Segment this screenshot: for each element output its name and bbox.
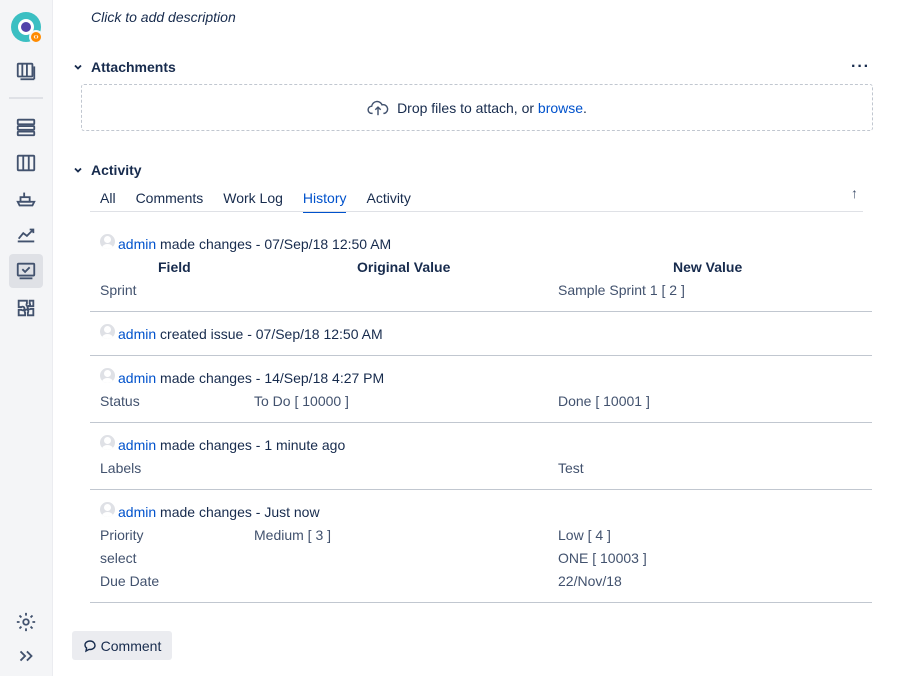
- history-field: Labels: [100, 460, 142, 476]
- column-header-original: Original Value: [357, 259, 451, 275]
- browse-link[interactable]: browse: [538, 100, 583, 116]
- description-placeholder[interactable]: Click to add description: [91, 9, 236, 25]
- tab-all[interactable]: All: [100, 190, 116, 212]
- chevron-down-icon[interactable]: [72, 61, 84, 73]
- history-action: made changes - 14/Sep/18 4:27 PM: [156, 370, 385, 386]
- column-header-new: New Value: [673, 259, 743, 275]
- avatar-icon: [100, 233, 115, 249]
- history-entry: admin made changes - Just now Priority M…: [90, 490, 872, 603]
- settings-icon[interactable]: [9, 605, 43, 639]
- user-link[interactable]: admin: [118, 326, 156, 342]
- attachments-header[interactable]: Attachments: [72, 59, 176, 75]
- comment-icon: [83, 639, 96, 652]
- releases-icon[interactable]: [9, 182, 43, 216]
- history-entry: admin created issue - 07/Sep/18 12:50 AM: [90, 312, 872, 356]
- history-field: Status: [100, 393, 140, 409]
- issues-icon[interactable]: [9, 254, 43, 288]
- tab-comments[interactable]: Comments: [136, 190, 204, 212]
- history-new-value: Low [ 4 ]: [558, 527, 611, 543]
- user-link[interactable]: admin: [118, 236, 156, 252]
- history-new-value: ONE [ 10003 ]: [558, 550, 647, 566]
- history-new-value: Done [ 10001 ]: [558, 393, 650, 409]
- more-actions-icon[interactable]: ···: [851, 58, 870, 76]
- activity-title: Activity: [91, 162, 142, 178]
- history-entry-header: admin made changes - 07/Sep/18 12:50 AM: [100, 233, 392, 252]
- history-new-value: Test: [558, 460, 584, 476]
- attachment-dropzone[interactable]: Drop files to attach, or browse.: [81, 84, 873, 131]
- avatar-icon: [100, 501, 115, 517]
- history-action: made changes - Just now: [156, 504, 320, 520]
- history-new-value: 22/Nov/18: [558, 573, 622, 589]
- avatar-icon: [100, 434, 115, 450]
- board-icon[interactable]: [9, 54, 43, 88]
- cloud-upload-icon: [367, 100, 389, 115]
- tab-work-log[interactable]: Work Log: [223, 190, 283, 212]
- history-action: created issue - 07/Sep/18 12:50 AM: [156, 326, 383, 342]
- comment-button-label: Comment: [100, 637, 162, 654]
- backlog-icon[interactable]: [9, 110, 43, 144]
- history-field: select: [100, 550, 137, 566]
- sidebar: ‹›: [0, 0, 53, 676]
- reports-icon[interactable]: [9, 218, 43, 252]
- history-field: Due Date: [100, 573, 160, 589]
- attachments-title: Attachments: [91, 59, 176, 75]
- history-field: Sprint: [100, 282, 137, 298]
- history-action: made changes - 07/Sep/18 12:50 AM: [156, 236, 392, 252]
- column-header-field: Field: [158, 259, 191, 275]
- sidebar-divider: [9, 97, 43, 99]
- avatar-icon: [100, 323, 115, 339]
- sort-order-icon[interactable]: ↑: [851, 185, 858, 201]
- user-link[interactable]: admin: [118, 437, 156, 453]
- logo-badge-icon: ‹›: [29, 30, 43, 44]
- history-original-value: Medium [ 3 ]: [254, 527, 332, 543]
- tabs-divider: [90, 211, 863, 212]
- history-entry-header: admin created issue - 07/Sep/18 12:50 AM: [100, 323, 383, 342]
- history-entry: admin made changes - 14/Sep/18 4:27 PM S…: [90, 356, 872, 423]
- addons-icon[interactable]: [9, 291, 43, 325]
- tab-activity[interactable]: Activity: [366, 190, 410, 212]
- history-entry: admin made changes - 07/Sep/18 12:50 AM …: [90, 230, 872, 312]
- comment-button[interactable]: Comment: [72, 631, 172, 660]
- user-link[interactable]: admin: [118, 504, 156, 520]
- history-field: Priority: [100, 527, 144, 543]
- history-entry-header: admin made changes - 14/Sep/18 4:27 PM: [100, 367, 385, 386]
- activity-header[interactable]: Activity: [72, 162, 142, 178]
- tab-history[interactable]: History: [302, 190, 346, 213]
- history-entry-header: admin made changes - Just now: [100, 501, 320, 520]
- drop-text: Drop files to attach, or browse.: [397, 99, 587, 116]
- avatar-icon: [100, 367, 115, 383]
- history-entry-header: admin made changes - 1 minute ago: [100, 434, 346, 453]
- app-logo[interactable]: ‹›: [11, 12, 43, 44]
- history-entry: admin made changes - 1 minute ago Labels…: [90, 423, 872, 490]
- history-new-value: Sample Sprint 1 [ 2 ]: [558, 282, 685, 298]
- activity-tabs: All Comments Work Log History Activity: [100, 190, 431, 213]
- user-link[interactable]: admin: [118, 370, 156, 386]
- history-original-value: To Do [ 10000 ]: [254, 393, 349, 409]
- chevron-down-icon[interactable]: [72, 164, 84, 176]
- expand-icon[interactable]: [9, 639, 43, 673]
- history-action: made changes - 1 minute ago: [156, 437, 346, 453]
- columns-icon[interactable]: [9, 146, 43, 180]
